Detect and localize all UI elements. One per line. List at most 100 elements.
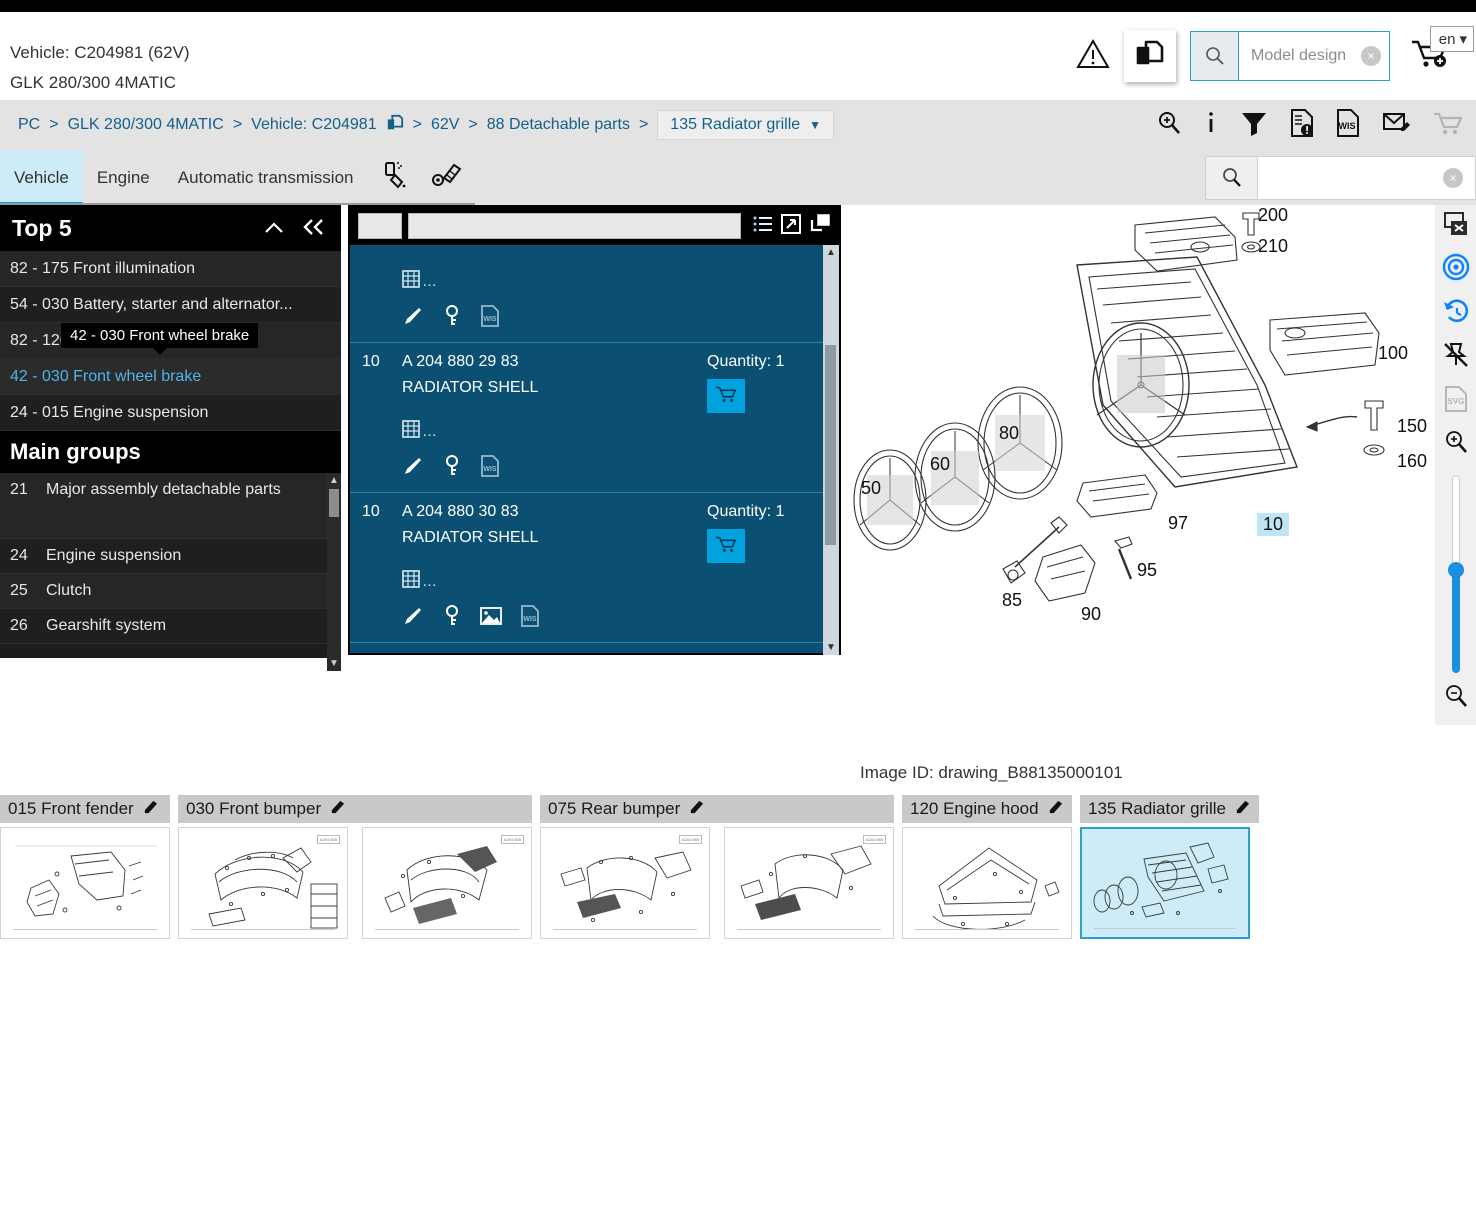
part-number[interactable]: A 204 880 30 83 <box>402 503 707 521</box>
callout-100[interactable]: 100 <box>1378 343 1408 364</box>
callout-200[interactable]: 200 <box>1258 205 1288 226</box>
main-group-item-25[interactable]: 25 Clutch <box>0 574 341 609</box>
document-alert-icon[interactable] <box>1290 108 1314 142</box>
edit-icon[interactable] <box>688 798 705 820</box>
callout-50[interactable]: 50 <box>861 478 881 499</box>
history-undo-icon[interactable] <box>1442 297 1470 325</box>
callout-97[interactable]: 97 <box>1168 513 1188 534</box>
language-selector[interactable]: en ▾ <box>1429 26 1474 52</box>
thumbnail-image-selected[interactable] <box>1080 827 1250 939</box>
thumbnail-image[interactable] <box>902 827 1072 939</box>
callout-210[interactable]: 210 <box>1258 236 1288 257</box>
key-search-icon[interactable] <box>442 305 462 332</box>
model-search-input[interactable]: Model design × <box>1239 32 1389 80</box>
copy-documents-button[interactable] <box>1124 30 1176 82</box>
tab-automatic-transmission[interactable]: Automatic transmission <box>164 150 368 205</box>
main-group-item-21[interactable]: 21 Major assembly detachable parts <box>0 473 341 539</box>
top5-item-1[interactable]: 54 - 030 Battery, starter and alternator… <box>0 287 341 323</box>
copy-icon[interactable] <box>386 114 404 137</box>
add-to-cart-button[interactable] <box>707 529 745 563</box>
callout-150[interactable]: 150 <box>1397 416 1427 437</box>
callout-90[interactable]: 90 <box>1081 604 1101 625</box>
wis-document-icon[interactable]: WIS <box>1336 108 1360 142</box>
zoom-in-icon[interactable] <box>1156 110 1182 141</box>
edit-icon[interactable] <box>142 798 159 820</box>
thumbnail-image[interactable]: A204 885 <box>540 827 710 939</box>
wis-document-icon[interactable]: WIS <box>480 455 500 482</box>
part-number[interactable]: A 204 880 29 83 <box>402 353 707 371</box>
part-row[interactable]: 10 A 204 880 30 83 RADIATOR SHELL Quanti… <box>350 493 839 643</box>
wis-document-icon[interactable]: WIS <box>520 605 540 632</box>
parts-header-field-2[interactable] <box>408 213 741 239</box>
model-search-clear-icon[interactable]: × <box>1361 46 1381 66</box>
edit-icon[interactable] <box>329 798 346 820</box>
thumbnail-image[interactable]: A204 885 <box>724 827 894 939</box>
thumbnail-group-header[interactable]: 030 Front bumper <box>178 795 532 823</box>
tab-engine[interactable]: Engine <box>83 150 164 205</box>
paint-brush-icon[interactable] <box>402 605 424 632</box>
part-row[interactable]: 10 A 204 880 29 83 RADIATOR SHELL Quanti… <box>350 343 839 493</box>
tab-vehicle[interactable]: Vehicle <box>0 150 83 205</box>
parts-scroll-thumb[interactable] <box>825 345 836 545</box>
list-view-icon[interactable] <box>753 215 773 238</box>
parts-search-box[interactable]: × <box>1205 156 1476 200</box>
parts-list-scrollbar[interactable]: ▲ ▼ <box>823 245 839 655</box>
top5-item-0[interactable]: 82 - 175 Front illumination <box>0 251 341 287</box>
callout-60[interactable]: 60 <box>930 454 950 475</box>
expand-icon[interactable] <box>781 213 801 239</box>
zoom-slider-knob[interactable] <box>1447 562 1464 578</box>
thumbnail-image[interactable]: A204 885 <box>362 827 532 939</box>
callout-85[interactable]: 85 <box>1002 590 1022 611</box>
close-window-icon[interactable] <box>1443 211 1469 237</box>
part-row[interactable]: … WIS <box>350 245 839 343</box>
part-grid-link[interactable]: … <box>402 420 827 443</box>
thumbnail-group-header[interactable]: 015 Front fender <box>0 795 170 823</box>
callout-160[interactable]: 160 <box>1397 451 1427 472</box>
unpin-icon[interactable] <box>1442 341 1470 369</box>
breadcrumb-current-dropdown[interactable]: 135 Radiator grille ▼ <box>657 110 835 140</box>
breadcrumb-item-62v[interactable]: 62V <box>431 116 459 134</box>
paint-brush-icon[interactable] <box>402 305 424 332</box>
technical-drawing[interactable]: 200 210 100 150 160 10 80 60 50 97 95 90… <box>845 205 1435 725</box>
parts-header-field-1[interactable] <box>358 213 402 239</box>
thumbnail-group-header[interactable]: 120 Engine hood <box>902 795 1072 823</box>
scroll-down-arrow-icon[interactable]: ▼ <box>826 642 836 653</box>
parts-search-input[interactable]: × <box>1258 157 1475 199</box>
edit-icon[interactable] <box>1047 798 1064 820</box>
scroll-down-arrow-icon[interactable]: ▼ <box>329 658 339 669</box>
scroll-up-arrow-icon[interactable]: ▲ <box>329 475 339 486</box>
target-focus-icon[interactable] <box>1442 253 1470 281</box>
edit-icon[interactable] <box>1234 798 1251 820</box>
parts-search-clear-icon[interactable]: × <box>1443 168 1463 188</box>
filter-icon[interactable] <box>1240 110 1268 141</box>
fastener-bolt-icon[interactable] <box>430 158 464 197</box>
key-search-icon[interactable] <box>442 455 462 482</box>
image-icon[interactable] <box>480 606 502 631</box>
cart-icon[interactable] <box>1432 110 1463 141</box>
callout-80[interactable]: 80 <box>999 423 1019 444</box>
key-search-icon[interactable] <box>442 605 462 632</box>
breadcrumb-item-model[interactable]: GLK 280/300 4MATIC <box>68 116 224 134</box>
double-chevron-left-icon[interactable] <box>301 215 327 242</box>
detach-window-icon[interactable] <box>809 213 831 239</box>
warning-triangle-icon[interactable] <box>1076 38 1110 75</box>
paint-brush-icon[interactable] <box>402 455 424 482</box>
info-icon[interactable] <box>1204 110 1218 141</box>
main-group-item-26[interactable]: 26 Gearshift system <box>0 609 341 644</box>
part-grid-link[interactable]: … <box>402 570 827 593</box>
top5-item-4[interactable]: 24 - 015 Engine suspension <box>0 395 341 431</box>
mail-edit-icon[interactable] <box>1382 110 1410 141</box>
callout-95[interactable]: 95 <box>1137 560 1157 581</box>
zoom-in-icon[interactable] <box>1443 429 1469 455</box>
part-grid-link[interactable]: … <box>402 270 827 293</box>
callout-10[interactable]: 10 <box>1257 513 1290 536</box>
model-search-box[interactable]: Model design × <box>1190 31 1390 81</box>
wis-document-icon[interactable]: WIS <box>480 305 500 332</box>
chevron-up-icon[interactable] <box>263 215 285 242</box>
zoom-out-icon[interactable] <box>1443 683 1469 709</box>
main-groups-scrollbar[interactable]: ▲ ▼ <box>327 473 341 671</box>
breadcrumb-item-detachable-parts[interactable]: 88 Detachable parts <box>487 116 630 134</box>
paint-spray-icon[interactable] <box>380 158 414 197</box>
thumbnail-image[interactable]: A204 885 <box>178 827 348 939</box>
top5-item-3[interactable]: 42 - 030 Front wheel brake <box>0 359 341 395</box>
